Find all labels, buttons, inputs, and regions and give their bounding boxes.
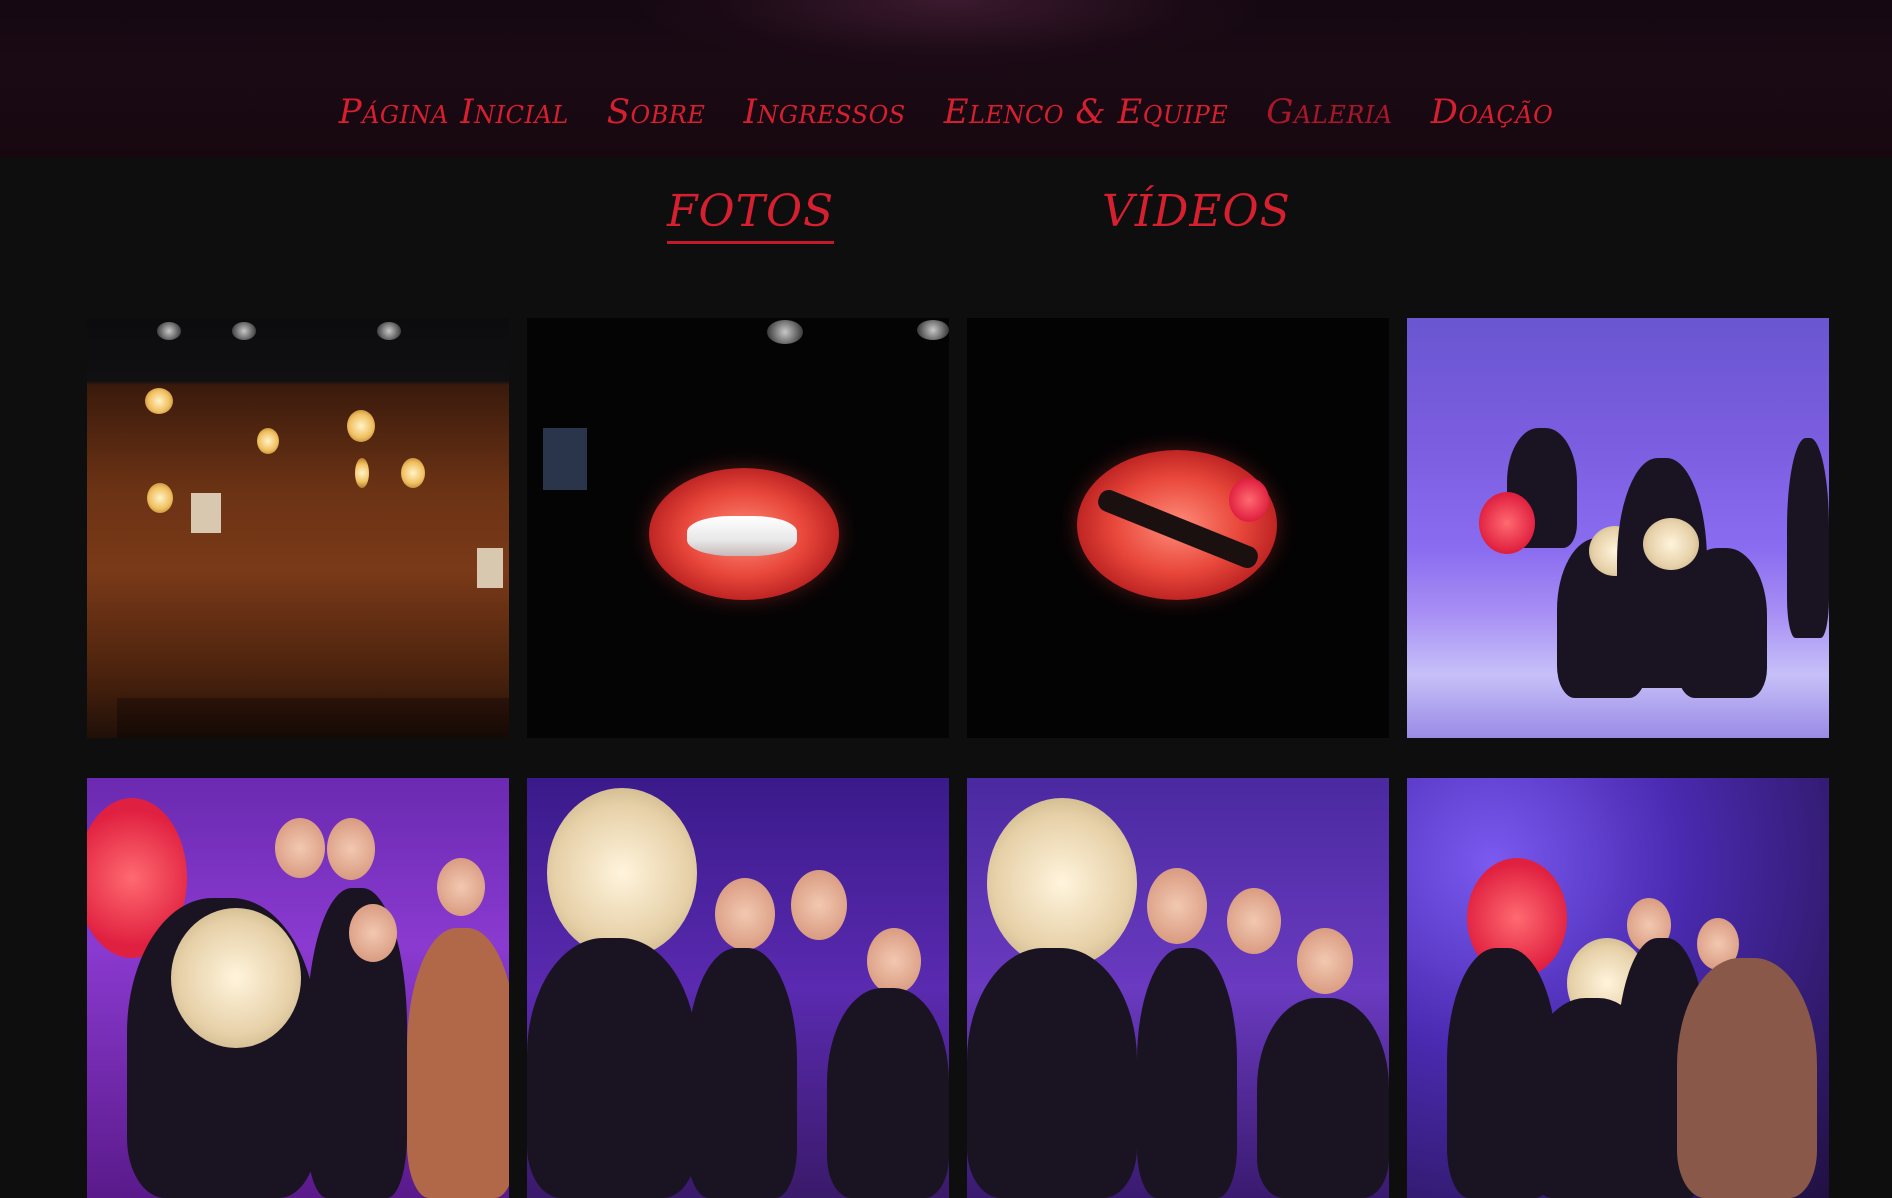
performer xyxy=(527,938,697,1198)
tab-fotos[interactable]: FOTOS xyxy=(667,186,835,244)
stage-edge xyxy=(117,698,509,738)
performer-face xyxy=(791,870,847,940)
stage-light-icon xyxy=(157,322,181,340)
stage-light-icon xyxy=(917,320,949,340)
gallery-photo[interactable] xyxy=(87,318,509,738)
performer-face xyxy=(437,858,485,916)
stage-light-icon xyxy=(767,320,803,344)
wall-poster xyxy=(191,493,221,533)
performer xyxy=(687,948,797,1198)
gallery-photo[interactable] xyxy=(1407,318,1829,738)
performer-face xyxy=(327,818,375,880)
blonde-wig xyxy=(547,788,697,958)
dancer-head xyxy=(1229,478,1269,522)
hanging-disc xyxy=(401,458,425,488)
nav-item-about[interactable]: Sobre xyxy=(607,92,706,132)
performer-face xyxy=(1297,928,1353,994)
hanging-disc xyxy=(147,483,173,513)
performer xyxy=(1677,958,1817,1198)
hanging-disc xyxy=(257,428,279,454)
performer-face xyxy=(1147,868,1207,944)
performer xyxy=(827,988,949,1198)
wall-poster xyxy=(477,548,503,588)
gallery-photo[interactable] xyxy=(87,778,509,1198)
tab-videos[interactable]: VÍDEOS xyxy=(1102,186,1291,241)
hanging-disc xyxy=(145,388,173,414)
red-wig xyxy=(1479,492,1535,554)
performer xyxy=(407,928,509,1198)
gallery-photo[interactable] xyxy=(527,778,949,1198)
performer xyxy=(1257,998,1389,1198)
stage-light-icon xyxy=(232,322,256,340)
main-nav: Página Inicial Sobre Ingressos Elenco & … xyxy=(0,92,1892,132)
nav-item-tickets[interactable]: Ingressos xyxy=(743,92,905,132)
stage-light-icon xyxy=(377,322,401,340)
gallery-photo[interactable] xyxy=(967,318,1389,738)
site-header: Página Inicial Sobre Ingressos Elenco & … xyxy=(0,0,1892,158)
performer-face xyxy=(275,818,325,878)
performer-face xyxy=(349,904,397,962)
dancer xyxy=(1677,548,1767,698)
header-glow xyxy=(640,0,1260,70)
nav-item-donation[interactable]: Doação xyxy=(1431,92,1554,132)
dancer xyxy=(1787,438,1829,638)
nav-item-gallery[interactable]: Galeria xyxy=(1266,92,1392,132)
performer xyxy=(1137,948,1237,1198)
performer xyxy=(967,948,1137,1198)
blonde-wig xyxy=(1643,518,1699,570)
photo-gallery xyxy=(87,318,1831,1198)
hanging-disc xyxy=(355,458,369,488)
gallery-tabs: FOTOS VÍDEOS xyxy=(0,186,1892,246)
gallery-photo[interactable] xyxy=(1407,778,1829,1198)
teeth xyxy=(687,516,797,556)
performer-face xyxy=(1227,888,1281,954)
blonde-wig xyxy=(171,908,301,1048)
gallery-photo[interactable] xyxy=(967,778,1389,1198)
performer-face xyxy=(867,928,921,994)
hanging-disc xyxy=(347,410,375,442)
nav-item-cast-crew[interactable]: Elenco & Equipe xyxy=(944,92,1229,132)
blonde-wig xyxy=(987,798,1137,968)
nav-item-home[interactable]: Página Inicial xyxy=(339,92,569,132)
gallery-photo[interactable] xyxy=(527,318,949,738)
wall-sign xyxy=(543,428,587,490)
performer-face xyxy=(715,878,775,950)
